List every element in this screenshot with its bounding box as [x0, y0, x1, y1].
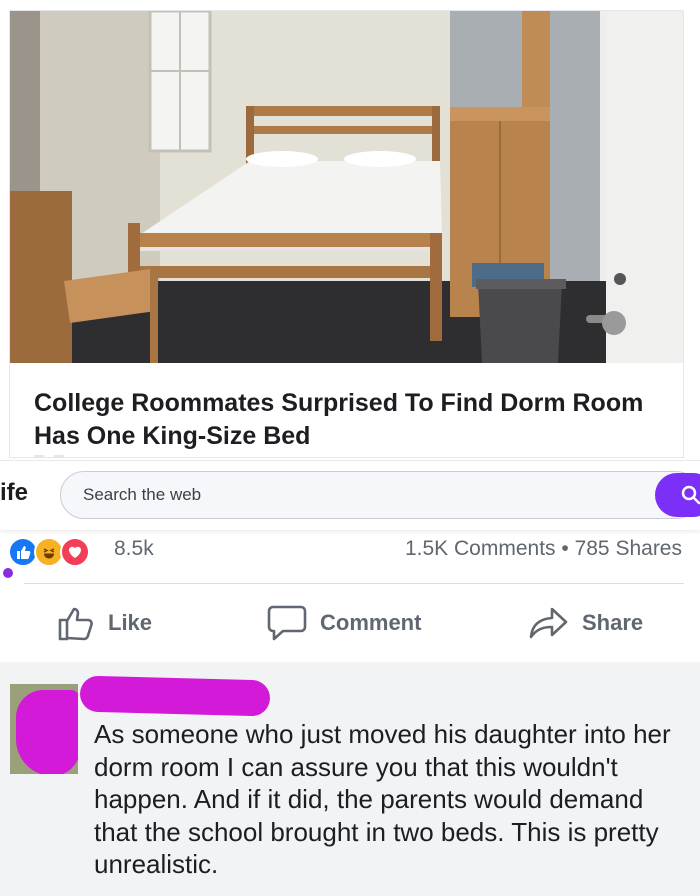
post-actions: Like Comment Share	[0, 588, 700, 658]
avatar-redaction-scribble	[16, 690, 78, 774]
article-card[interactable]: College Roommates Surprised To Find Dorm…	[9, 10, 684, 458]
search-box[interactable]	[60, 471, 700, 519]
share-button[interactable]: Share	[528, 596, 643, 650]
shares-count[interactable]: 785 Shares	[575, 537, 682, 560]
comment-label: Comment	[320, 610, 422, 635]
comment-bubble-icon	[267, 605, 307, 641]
screenshot: College Roommates Surprised To Find Dorm…	[0, 0, 700, 896]
reaction-icons[interactable]	[8, 537, 108, 569]
separator-dot: •	[561, 537, 569, 560]
article-source-cut-off	[34, 455, 114, 457]
commenter-avatar[interactable]	[10, 684, 78, 774]
search-bar-overlay: ife	[0, 460, 700, 530]
comments-count[interactable]: 1.5K Comments	[405, 537, 556, 560]
search-icon	[681, 485, 700, 505]
search-button[interactable]	[655, 473, 700, 517]
love-icon	[60, 537, 90, 567]
reactions-summary: 8.5k 1.5K Comments • 785 Shares	[0, 530, 700, 582]
comment-section: As someone who just moved his daughter i…	[0, 662, 700, 896]
reaction-count[interactable]: 8.5k	[114, 537, 154, 561]
like-button[interactable]: Like	[56, 596, 152, 650]
purple-mark	[3, 568, 13, 578]
divider	[24, 583, 684, 584]
brand-logo-fragment: ife	[0, 479, 29, 506]
commenter-name-redaction-scribble	[79, 675, 271, 717]
dorm-room-image	[10, 11, 683, 363]
like-label: Like	[108, 610, 153, 635]
thumbs-up-icon	[58, 607, 93, 641]
article-photo[interactable]	[10, 11, 683, 363]
search-input[interactable]	[83, 472, 643, 518]
article-headline[interactable]: College Roommates Surprised To Find Dorm…	[34, 387, 654, 453]
comment-text: As someone who just moved his daughter i…	[94, 719, 671, 879]
share-label: Share	[582, 610, 644, 635]
comment-button[interactable]: Comment	[266, 596, 421, 650]
share-arrow-icon	[529, 607, 568, 639]
comments-shares-count: 1.5K Comments • 785 Shares	[405, 537, 682, 561]
